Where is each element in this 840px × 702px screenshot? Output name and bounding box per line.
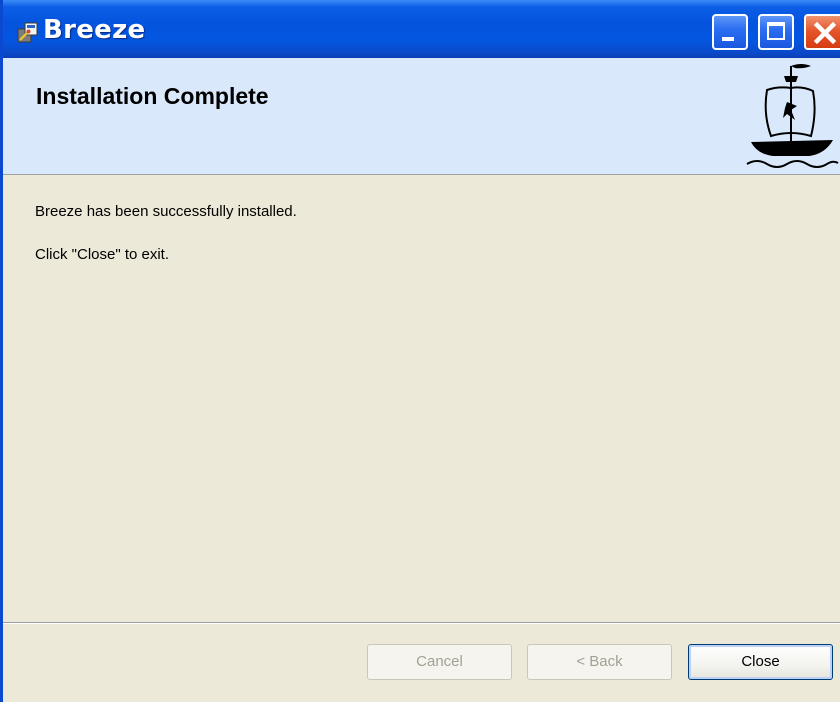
installer-window: Breeze Installation Complete Breeze has … [0,0,840,702]
back-button: < Back [527,644,672,680]
maximize-icon [767,22,785,40]
exit-instruction: Click "Close" to exit. [35,246,170,263]
ship-icon [746,64,839,168]
close-icon [813,21,837,45]
header-banner: Installation Complete [3,58,840,175]
page-title: Installation Complete [36,83,269,109]
success-message: Breeze has been successfully installed. [35,203,297,220]
content-area: Breeze has been successfully installed. … [3,175,840,622]
installer-app-icon [17,22,38,43]
footer-divider-highlight [3,623,840,624]
close-window-button[interactable] [804,14,840,50]
maximize-button[interactable] [758,14,794,50]
minimize-button[interactable] [712,14,748,50]
window-title: Breeze [43,15,146,45]
minimize-icon [722,37,734,41]
title-bar[interactable]: Breeze [3,0,840,58]
cancel-button: Cancel [367,644,512,680]
close-button[interactable]: Close [688,644,833,680]
